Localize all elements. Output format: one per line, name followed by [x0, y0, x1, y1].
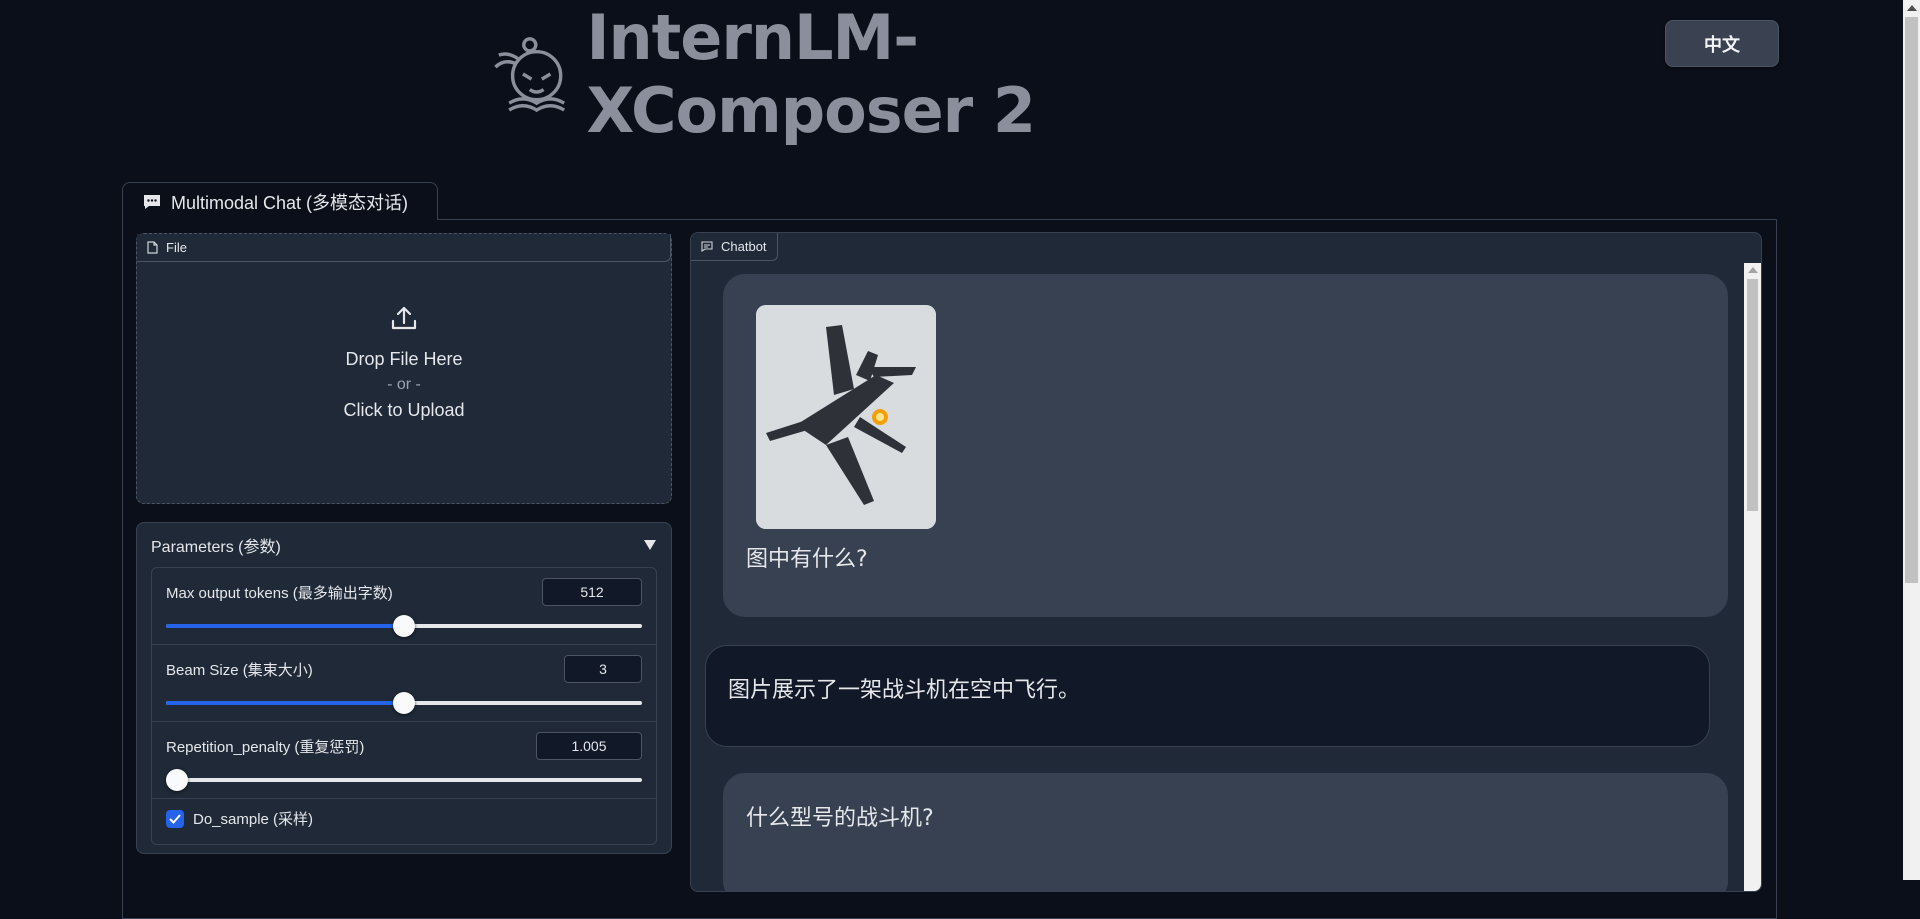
chatbot-label-text: Chatbot [721, 239, 767, 254]
app-title: InternLM-XComposer 2 [586, 1, 1036, 147]
scroll-up-arrow-icon[interactable] [1748, 267, 1758, 273]
tab-label: Multimodal Chat (多模态对话) [171, 192, 409, 213]
language-toggle-button[interactable]: 中文 [1665, 20, 1779, 67]
drop-file-text: Drop File Here [345, 349, 463, 369]
collapse-triangle-icon[interactable] [643, 539, 657, 551]
or-text: - or - [387, 376, 421, 393]
upload-area[interactable]: Drop File Here - or - Click to Upload [137, 304, 671, 421]
user-message-text: 什么型号的战斗机? [746, 806, 934, 831]
do-sample-label: Do_sample (采样) [193, 811, 314, 828]
repetition-penalty-input[interactable]: 1.005 [536, 732, 642, 760]
chat-scrollbar-thumb[interactable] [1747, 279, 1758, 511]
bot-message-text: 图片展示了一架战斗机在空中飞行。 [728, 678, 1081, 703]
parameters-accordion: Parameters (参数) Max output tokens (最多输出字… [136, 522, 672, 854]
repetition-penalty-slider-thumb[interactable] [166, 769, 188, 791]
parameters-body: Max output tokens (最多输出字数) 512 Beam Size… [151, 567, 657, 845]
app-logo: InternLM-XComposer 2 [492, 1, 1252, 147]
user-message: 图中有什么? [723, 274, 1728, 617]
beam-size-slider-thumb[interactable] [393, 692, 415, 714]
page-scrollbar-thumb[interactable] [1905, 17, 1918, 583]
user-message-text: 图中有什么? [746, 547, 868, 572]
chatbot-panel: Chatbot 图中有什么? 图片展示了一架战斗机在空中飞行。 什么型号的战斗机… [690, 232, 1762, 892]
chat-icon [701, 241, 713, 252]
beam-size-slider[interactable] [166, 692, 642, 714]
click-to-upload-text: Click to Upload [343, 400, 465, 420]
file-label-text: File [166, 240, 187, 255]
beam-size-slider-fill [166, 701, 404, 705]
mascot-logo-icon [494, 37, 566, 113]
fighter-jet-icon [756, 305, 936, 529]
do-sample-checkbox-row[interactable]: Do_sample (采样) [166, 808, 313, 829]
fighter-jet-image[interactable] [756, 305, 936, 529]
parameters-header[interactable]: Parameters (参数) [151, 533, 657, 557]
max-tokens-input[interactable]: 512 [542, 578, 642, 606]
max-tokens-label: Max output tokens (最多输出字数) [166, 585, 393, 602]
user-message: 什么型号的战斗机? [723, 773, 1728, 891]
upload-icon [391, 306, 417, 330]
parameters-title: Parameters (参数) [151, 539, 281, 556]
repetition-penalty-slider[interactable] [166, 769, 642, 791]
max-tokens-row: Max output tokens (最多输出字数) 512 [152, 568, 656, 645]
repetition-penalty-row: Repetition_penalty (重复惩罚) 1.005 [152, 722, 656, 799]
beam-size-label: Beam Size (集束大小) [166, 662, 313, 679]
beam-size-row: Beam Size (集束大小) 3 [152, 645, 656, 722]
repetition-penalty-label: Repetition_penalty (重复惩罚) [166, 739, 365, 756]
max-tokens-slider-fill [166, 624, 404, 628]
chat-scrollbar[interactable] [1744, 263, 1761, 891]
file-icon [147, 241, 158, 254]
chatbot-block-label: Chatbot [691, 233, 778, 261]
max-tokens-slider-thumb[interactable] [393, 615, 415, 637]
do-sample-checkbox[interactable] [166, 809, 184, 828]
max-tokens-slider[interactable] [166, 615, 642, 637]
bot-message: 图片展示了一架战斗机在空中飞行。 [705, 645, 1710, 747]
beam-size-input[interactable]: 3 [564, 655, 642, 683]
chat-bubble-icon [144, 194, 160, 209]
file-block-label: File [137, 234, 671, 262]
page-scroll-up-arrow-icon[interactable] [1907, 5, 1917, 11]
file-upload-dropzone[interactable]: File Drop File Here - or - Click to Uplo… [136, 233, 672, 504]
tab-multimodal-chat[interactable]: Multimodal Chat (多模态对话) [122, 182, 438, 220]
page-scrollbar[interactable] [1903, 0, 1920, 880]
checkmark-icon [169, 813, 181, 824]
